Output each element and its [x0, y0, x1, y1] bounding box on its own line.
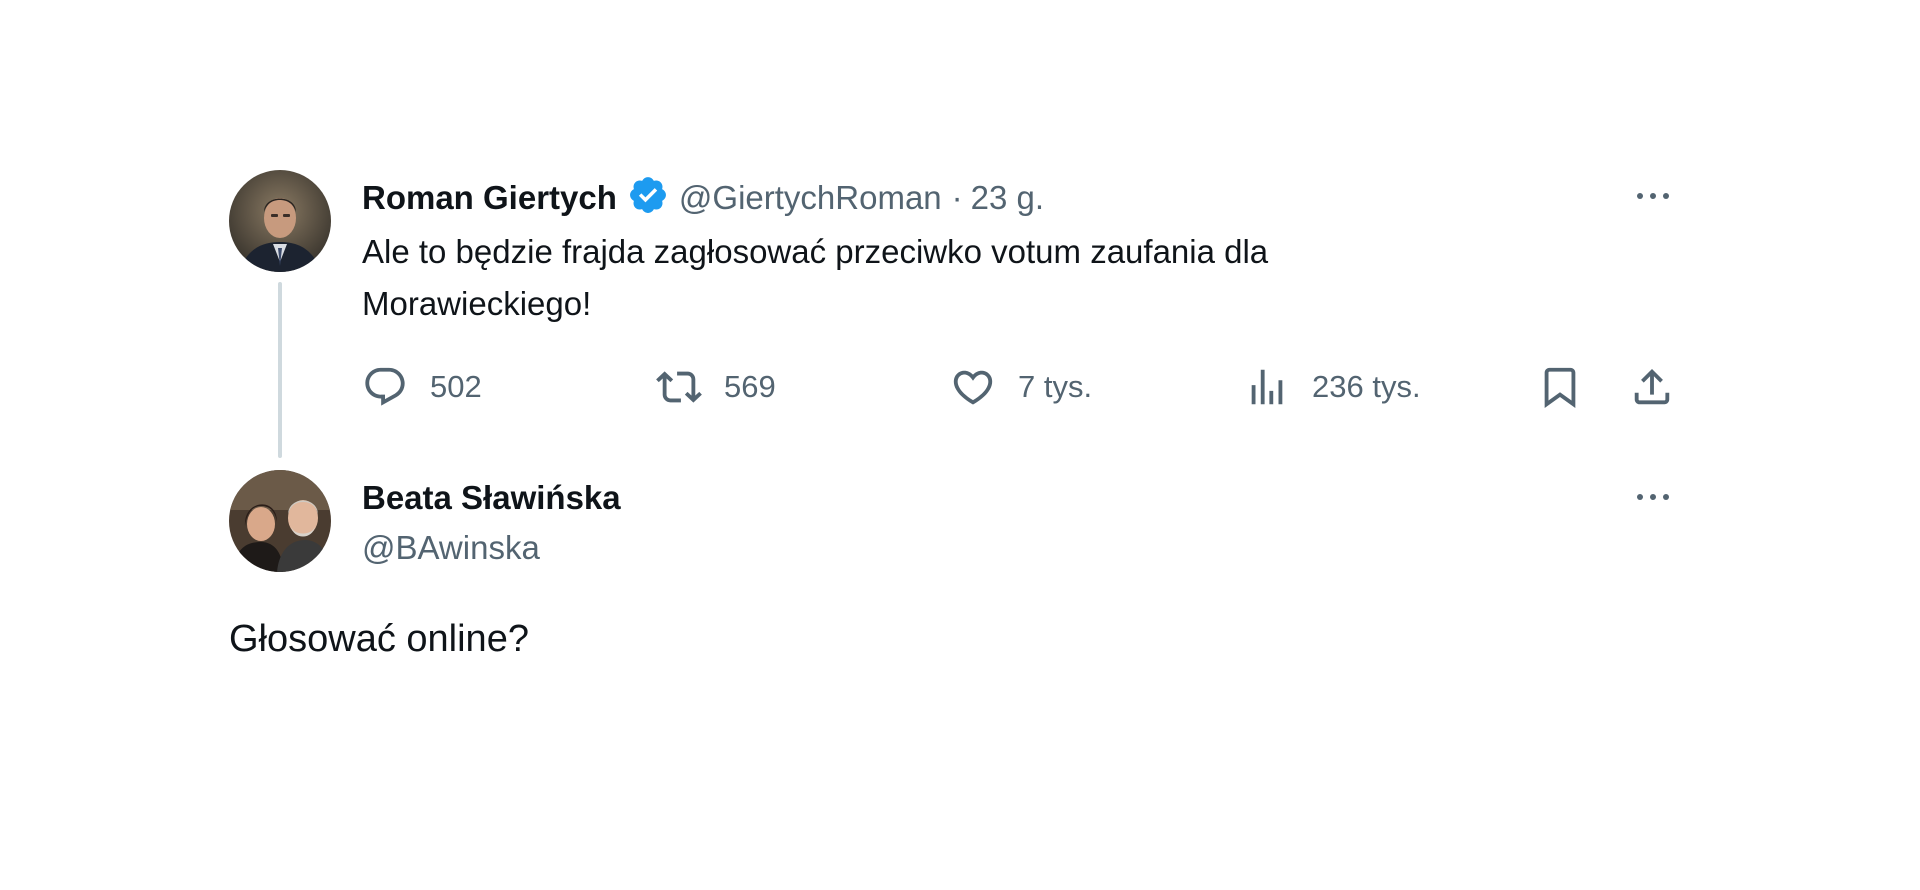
more-dots-icon — [1637, 193, 1643, 199]
more-dots-icon — [1637, 494, 1643, 500]
tweet-text: Ale to będzie frajda zagłosować przeciwk… — [362, 233, 1269, 322]
author-name[interactable]: Roman Giertych — [362, 178, 617, 218]
retweet-button[interactable]: 569 — [656, 364, 776, 410]
reply-tweet[interactable]: Beata Sławińska @BAwinska Głosować onlin… — [0, 465, 1920, 685]
author-handle[interactable]: @GiertychRoman — [679, 178, 942, 218]
more-dots-icon — [1650, 494, 1656, 500]
author-avatar[interactable] — [229, 170, 331, 272]
bookmark-icon — [1544, 367, 1576, 408]
reply-more-options-button[interactable] — [1623, 467, 1683, 527]
verified-badge-icon — [627, 174, 669, 221]
heart-icon — [953, 370, 993, 405]
reply-count: 502 — [430, 369, 482, 404]
tweet-header: Roman Giertych @GiertychRoman · 23 g. — [362, 174, 1044, 221]
reply-text: Głosować online? — [229, 618, 529, 660]
bookmark-button[interactable] — [1537, 364, 1583, 410]
share-upload-icon — [1634, 368, 1670, 405]
thread-connector-line — [278, 282, 282, 458]
reply-author-avatar[interactable] — [229, 470, 331, 572]
views-count: 236 tys. — [1312, 369, 1421, 404]
more-dots-icon — [1663, 494, 1669, 500]
views-chart-icon — [1251, 369, 1283, 405]
avatar-image — [229, 170, 331, 272]
views-button[interactable]: 236 tys. — [1244, 364, 1421, 410]
more-dots-icon — [1650, 193, 1656, 199]
reply-author-handle[interactable]: @BAwinska — [362, 528, 540, 568]
original-tweet[interactable]: Roman Giertych @GiertychRoman · 23 g. Al… — [0, 0, 1920, 470]
reply-icon — [365, 367, 405, 406]
more-dots-icon — [1663, 193, 1669, 199]
avatar-image — [229, 470, 331, 572]
retweet-count: 569 — [724, 369, 776, 404]
reply-author-name[interactable]: Beata Sławińska — [362, 478, 621, 518]
reply-button[interactable]: 502 — [362, 364, 482, 410]
retweet-icon — [656, 371, 702, 403]
more-options-button[interactable] — [1623, 166, 1683, 226]
like-count: 7 tys. — [1018, 369, 1093, 404]
like-button[interactable]: 7 tys. — [950, 364, 1092, 410]
tweet-timestamp[interactable]: 23 g. — [971, 178, 1044, 218]
share-button[interactable] — [1629, 364, 1675, 410]
time-separator: · — [951, 178, 963, 216]
